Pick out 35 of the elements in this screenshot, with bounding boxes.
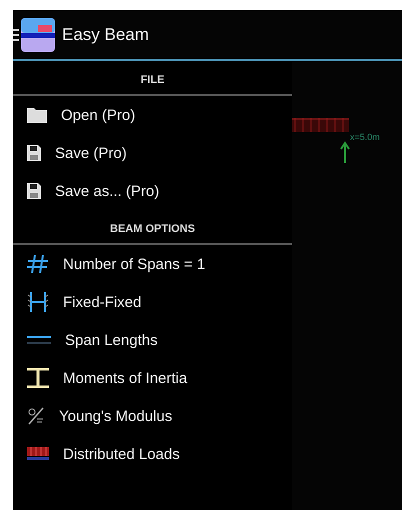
menu-item[interactable]: Fixed-Fixed (13, 283, 292, 321)
menu-item[interactable]: Young's Modulus (13, 397, 292, 435)
menu-icon[interactable] (13, 28, 19, 40)
menu-item-label: Open (Pro) (61, 106, 136, 124)
beam-load-drawing (289, 118, 349, 132)
menu-item[interactable]: Moments of Inertia (13, 359, 292, 397)
app-title: Easy Beam (62, 24, 149, 44)
menu-item[interactable]: Distributed Loads (13, 435, 292, 473)
app-logo-icon (21, 18, 55, 52)
position-label: x=5.0m (350, 132, 380, 142)
folder-icon (27, 107, 47, 123)
menu-item-label: Number of Spans = 1 (63, 256, 206, 272)
menu-item[interactable]: Span Lengths (13, 321, 292, 359)
span-lines-icon (27, 335, 51, 345)
menu-item-label: Young's Modulus (59, 408, 172, 424)
fixed-support-icon (27, 292, 49, 312)
menu-item-label: Distributed Loads (63, 446, 180, 462)
menu-item-label: Save as... (Pro) (55, 182, 160, 200)
menu-item-label: Save (Pro) (55, 144, 127, 162)
stress-strain-icon (27, 407, 45, 425)
menu-item-label: Fixed-Fixed (63, 294, 142, 310)
menu-item[interactable]: Save (Pro) (13, 134, 292, 172)
i-beam-icon (27, 368, 49, 388)
distributed-load-icon (27, 447, 49, 461)
section-header: FILE (140, 73, 164, 88)
menu-item[interactable]: Number of Spans = 1 (13, 245, 292, 283)
support-arrow-icon (340, 141, 350, 163)
menu-item-label: Span Lengths (65, 332, 158, 348)
save-icon (27, 183, 41, 199)
menu-item[interactable]: Save as... (Pro) (13, 172, 292, 210)
menu-item-label: Moments of Inertia (63, 370, 188, 386)
menu-item[interactable]: Open (Pro) (13, 96, 292, 134)
hash-icon (27, 255, 49, 273)
save-icon (27, 145, 41, 161)
section-header: BEAM OPTIONS (110, 222, 195, 237)
